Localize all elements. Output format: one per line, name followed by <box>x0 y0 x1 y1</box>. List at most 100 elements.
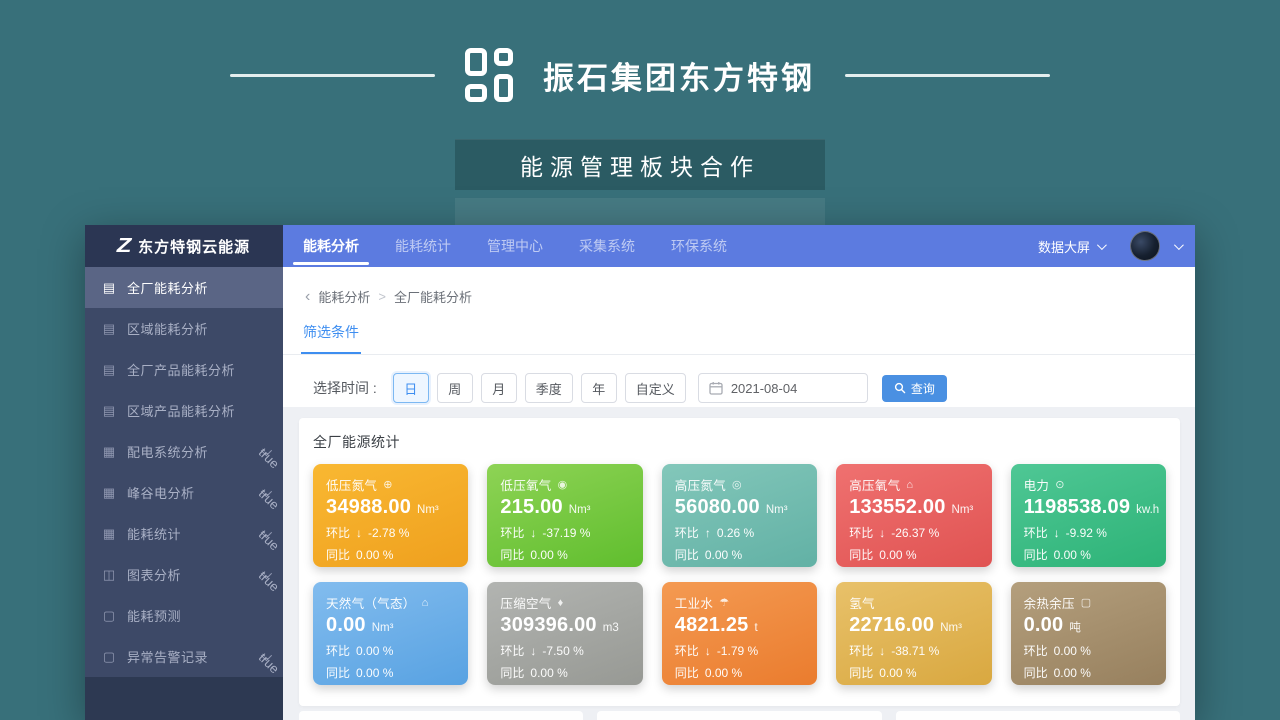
mom-label: 环比 <box>1024 642 1048 659</box>
sidebar-item[interactable]: ▦ 能耗统计 true <box>85 513 283 554</box>
yoy-value: 0.00 % <box>705 548 742 562</box>
time-option-button[interactable]: 年 <box>581 373 617 403</box>
back-chevron-icon[interactable]: ‹ <box>305 289 310 305</box>
sidebar-item[interactable]: ▤ 全厂产品能耗分析 false <box>85 349 283 390</box>
time-option-label: 季度 <box>536 379 562 398</box>
tab-filter-conditions[interactable]: 筛选条件 <box>301 322 361 354</box>
mom-value: -38.71 % <box>891 644 939 658</box>
breadcrumb-section[interactable]: 能耗分析 <box>318 287 370 306</box>
chevron-down-icon: true <box>261 526 272 537</box>
sidebar-item[interactable]: ▦ 峰谷电分析 true <box>85 472 283 513</box>
nav-tab[interactable]: 采集系统 <box>567 225 647 267</box>
trend-arrow-icon: ↓ <box>530 526 536 540</box>
sidebar-item[interactable]: ◫ 图表分析 true <box>85 554 283 595</box>
energy-stats-panel: 全厂能源统计 低压氮气 ⊕ 34988.00 Nm³ <box>299 418 1180 706</box>
stat-card-unit: 吨 <box>1069 619 1081 635</box>
nav-tab-label: 采集系统 <box>579 236 635 256</box>
mom-label: 环比 <box>326 524 350 541</box>
menu-item-label: 全厂产品能耗分析 <box>127 360 261 379</box>
menu-item-label: 异常告警记录 <box>127 647 261 666</box>
time-option-button[interactable]: 季度 <box>525 373 573 403</box>
partial-panel <box>597 711 881 720</box>
time-option-button[interactable]: 周 <box>437 373 473 403</box>
stat-card-unit: t <box>755 622 758 634</box>
stat-card-value: 22716.00 <box>849 614 934 637</box>
hero-banner: 振石集团东方特钢 能源管理板块合作 <box>0 0 1280 225</box>
hero-subtitle: 能源管理板块合作 <box>455 139 825 190</box>
mom-value: -26.37 % <box>891 526 939 540</box>
menu-item-label: 配电系统分析 <box>127 442 261 461</box>
query-button-label: 查询 <box>911 380 935 397</box>
nav-tab[interactable]: 能耗统计 <box>383 225 463 267</box>
brand-name: 东方特钢云能源 <box>138 236 250 257</box>
query-button[interactable]: 查询 <box>882 375 947 402</box>
breadcrumb-current: 全厂能耗分析 <box>394 287 472 306</box>
nav-tab[interactable]: 能耗分析 <box>291 225 371 267</box>
breadcrumb-separator: > <box>378 289 386 304</box>
stat-card-value: 0.00 <box>1024 614 1064 637</box>
yoy-label: 同比 <box>675 664 699 681</box>
data-screen-label: 数据大屏 <box>1038 237 1090 256</box>
chevron-down-icon: true <box>261 485 272 496</box>
menu-item-icon: ▢ <box>101 649 117 665</box>
yoy-label: 同比 <box>849 546 873 563</box>
sidebar-item[interactable]: ▦ 配电系统分析 true <box>85 431 283 472</box>
menu-item-icon: ▦ <box>101 526 117 542</box>
breadcrumb: ‹ 能耗分析 > 全厂能耗分析 <box>283 267 1195 306</box>
menu-item-icon: ▢ <box>101 608 117 624</box>
stat-card-value: 1198538.09 <box>1024 496 1131 519</box>
yoy-label: 同比 <box>500 664 524 681</box>
stat-card-value: 215.00 <box>500 496 562 519</box>
nav-tab-label: 管理中心 <box>487 236 543 256</box>
hero-title: 振石集团东方特钢 <box>543 53 815 98</box>
trend-arrow-icon: ↓ <box>705 644 711 658</box>
yoy-label: 同比 <box>326 546 350 563</box>
menu-item-icon: ▤ <box>101 280 117 296</box>
data-screen-link[interactable]: 数据大屏 <box>1038 237 1104 256</box>
time-option-label: 月 <box>492 379 505 398</box>
sidebar-item[interactable]: ▢ 异常告警记录 true <box>85 636 283 677</box>
stat-card-value: 133552.00 <box>849 496 945 519</box>
nav-tab[interactable]: 管理中心 <box>475 225 555 267</box>
filter-row: 选择时间 : 日 周 月 季度 年 自定义 <box>283 355 1195 403</box>
user-avatar[interactable] <box>1130 231 1160 261</box>
mom-label: 环比 <box>1024 524 1048 541</box>
sidebar-item[interactable]: ▤ 区域产品能耗分析 false <box>85 390 283 431</box>
yoy-value: 0.00 % <box>530 548 567 562</box>
stat-cards-grid: 低压氮气 ⊕ 34988.00 Nm³ 环比 ↓ -2.78 % <box>313 464 1166 685</box>
stat-card-unit: Nm³ <box>417 504 439 516</box>
trend-arrow-icon: ↓ <box>1054 526 1060 540</box>
mom-label: 环比 <box>849 524 873 541</box>
yoy-label: 同比 <box>1024 546 1048 563</box>
sidebar-menu: ▤ 全厂能耗分析 false ▤ 区域能耗分析 false ▤ 全厂产品能耗分析… <box>85 267 283 677</box>
nav-tab-label: 能耗分析 <box>303 236 359 256</box>
mom-value: 0.00 % <box>356 644 393 658</box>
user-menu-chevron-icon[interactable] <box>1174 240 1184 250</box>
nav-tab-label: 能耗统计 <box>395 236 451 256</box>
date-picker-input[interactable]: 2021-08-04 <box>698 373 868 403</box>
stat-card-icon: ⊙ <box>1055 478 1065 491</box>
yoy-value: 0.00 % <box>530 666 567 680</box>
menu-item-label: 能耗统计 <box>127 524 261 543</box>
menu-item-icon: ▤ <box>101 321 117 337</box>
sidebar-item[interactable]: ▤ 全厂能耗分析 false <box>85 267 283 308</box>
trend-arrow-icon: ↓ <box>530 644 536 658</box>
yoy-label: 同比 <box>500 546 524 563</box>
menu-item-label: 峰谷电分析 <box>127 483 261 502</box>
stat-card-value: 56080.00 <box>675 496 760 519</box>
nav-tab-label: 环保系统 <box>671 236 727 256</box>
filter-tab-row: 筛选条件 <box>283 306 1195 355</box>
hero-subtitle-shadow-box <box>455 198 825 228</box>
time-option-button[interactable]: 自定义 <box>625 373 686 403</box>
nav-tab[interactable]: 环保系统 <box>659 225 739 267</box>
brand-logo-icon: Z <box>117 236 132 256</box>
time-option-button[interactable]: 月 <box>481 373 517 403</box>
sidebar-item[interactable]: ▢ 能耗预测 false <box>85 595 283 636</box>
time-option-button[interactable]: 日 <box>393 373 429 403</box>
sidebar: Z 东方特钢云能源 ▤ 全厂能耗分析 false ▤ 区域能耗分析 false … <box>85 225 283 720</box>
content-area: ‹ 能耗分析 > 全厂能耗分析 筛选条件 选择时间 : 日 周 月 <box>283 267 1195 720</box>
stat-card-value: 0.00 <box>326 614 366 637</box>
trend-arrow-icon: ↓ <box>879 526 885 540</box>
sidebar-item[interactable]: ▤ 区域能耗分析 false <box>85 308 283 349</box>
time-option-label: 日 <box>404 379 417 398</box>
